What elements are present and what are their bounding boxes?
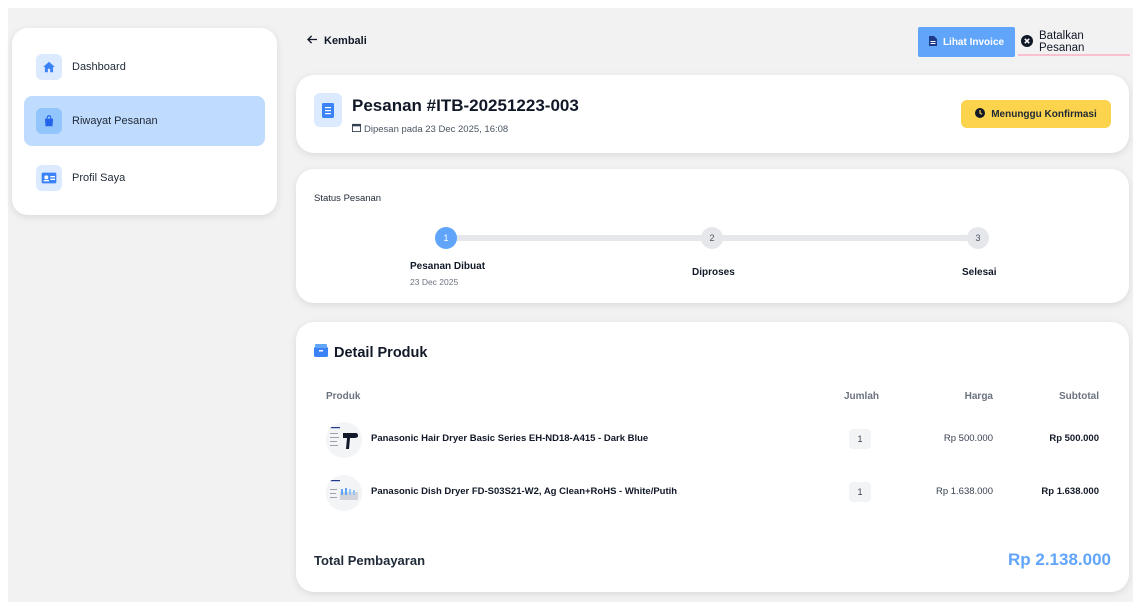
step-3-label: Selesai <box>962 267 997 278</box>
order-status-card: Status Pesanan 1 Pesanan Dibuat 23 Dec 2… <box>296 169 1129 303</box>
table-row: Panasonic Dish Dryer FD-S03S21-W2, Ag Cl… <box>296 473 1129 513</box>
step-3-dot: 3 <box>967 227 989 249</box>
sidebar-item-label: Profil Saya <box>72 172 126 184</box>
calendar-icon <box>352 123 361 135</box>
product-quantity: 1 <box>849 429 871 449</box>
status-badge: Menunggu Konfirmasi <box>961 100 1111 128</box>
product-quantity: 1 <box>849 482 871 502</box>
order-date: Dipesan pada 23 Dec 2025, 16:08 <box>352 123 508 135</box>
column-header-price: Harga <box>964 391 993 402</box>
product-name: Panasonic Hair Dryer Basic Series EH-ND1… <box>371 433 649 444</box>
cancel-order-button[interactable]: Batalkan Pesanan <box>1018 30 1130 56</box>
box-icon <box>314 344 328 361</box>
home-icon <box>36 54 62 80</box>
step-2-label: Diproses <box>692 267 735 278</box>
order-title: Pesanan #ITB-20251223-003 <box>352 96 579 115</box>
column-header-qty: Jumlah <box>844 391 880 402</box>
status-badge-label: Menunggu Konfirmasi <box>991 108 1097 120</box>
column-header-product: Produk <box>326 391 361 402</box>
order-header-card: Pesanan #ITB-20251223-003 Dipesan pada 2… <box>296 75 1129 153</box>
table-row: Panasonic Hair Dryer Basic Series EH-ND1… <box>296 420 1129 460</box>
id-card-icon <box>36 165 62 191</box>
arrow-left-icon <box>307 35 318 47</box>
total-payment-label: Total Pembayaran <box>314 553 426 568</box>
cancel-order-label: Batalkan Pesanan <box>1039 30 1085 54</box>
sidebar-item-dashboard[interactable]: Dashboard <box>24 42 265 92</box>
step-1-dot: 1 <box>435 227 457 249</box>
sidebar-item-order-history[interactable]: Riwayat Pesanan <box>24 96 265 146</box>
column-header-subtotal: Subtotal <box>1059 391 1099 402</box>
document-icon <box>314 93 342 127</box>
close-circle-icon <box>1021 34 1033 50</box>
back-link[interactable]: Kembali <box>307 35 367 47</box>
total-payment-value: Rp 2.138.000 <box>1007 550 1111 569</box>
order-date-text: Dipesan pada 23 Dec 2025, 16:08 <box>364 123 509 135</box>
sidebar: Dashboard Riwayat Pesanan Profil Saya <box>12 28 277 215</box>
status-section-title: Status Pesanan <box>314 193 382 204</box>
sidebar-item-profile[interactable]: Profil Saya <box>24 153 265 203</box>
shopping-bag-icon <box>36 108 62 134</box>
step-1-date: 23 Dec 2025 <box>410 277 459 287</box>
product-thumbnail <box>326 422 362 458</box>
product-section-title: Detail Produk <box>314 344 427 361</box>
product-price: Rp 500.000 <box>943 433 993 444</box>
product-details-card: Detail Produk Produk Jumlah Harga Subtot… <box>296 322 1129 592</box>
product-section-title-text: Detail Produk <box>334 344 428 361</box>
file-icon <box>928 35 937 49</box>
view-invoice-label: Lihat Invoice <box>942 36 1005 48</box>
sidebar-item-label: Riwayat Pesanan <box>72 115 158 127</box>
step-2-dot: 2 <box>701 227 723 249</box>
product-subtotal: Rp 1.638.000 <box>1041 486 1099 497</box>
back-label: Kembali <box>324 35 367 47</box>
product-thumbnail <box>326 475 362 511</box>
view-invoice-button[interactable]: Lihat Invoice <box>918 27 1015 57</box>
sidebar-item-label: Dashboard <box>72 61 126 73</box>
step-1-label: Pesanan Dibuat <box>410 261 486 272</box>
product-price: Rp 1.638.000 <box>935 486 993 497</box>
product-name: Panasonic Dish Dryer FD-S03S21-W2, Ag Cl… <box>371 486 678 497</box>
clock-icon <box>975 107 986 121</box>
product-subtotal: Rp 500.000 <box>1049 433 1099 444</box>
